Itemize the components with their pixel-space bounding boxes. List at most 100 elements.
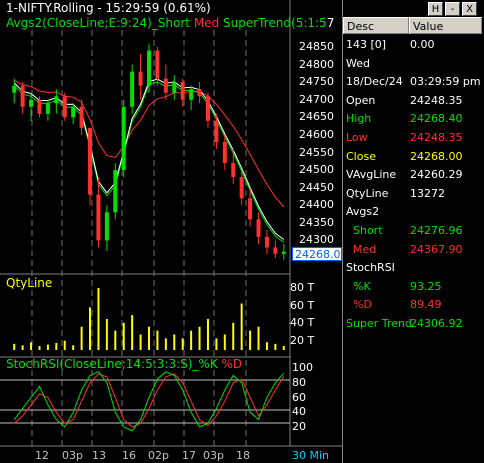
qty-bar [156, 330, 159, 350]
rsi-tick: 40 [292, 405, 306, 419]
qty-bar [232, 322, 235, 350]
candle-body [29, 99, 34, 107]
qty-bar [223, 334, 226, 350]
qty-bar [38, 346, 41, 350]
panel-row[interactable]: High 24268.40 [343, 110, 482, 127]
panel-row[interactable]: Low 24248.35 [343, 129, 482, 146]
help-button[interactable]: H [428, 2, 443, 16]
qty-bar [249, 330, 252, 350]
chart-canvas[interactable] [0, 0, 342, 463]
qty-bar [274, 343, 277, 350]
panel-row[interactable]: 143 [0] 0.00 [343, 36, 482, 53]
qty-bar [122, 322, 125, 350]
price-tick: 24400 [299, 198, 334, 212]
qty-bar [265, 342, 268, 350]
panel-row[interactable]: Super Trend 24306.92 [343, 315, 482, 332]
qty-bar [257, 326, 260, 350]
candle-body [20, 85, 25, 107]
price-tick: 24750 [299, 75, 334, 89]
row-value: 24260.29 [410, 168, 463, 182]
candle-body [180, 82, 185, 100]
panel-row[interactable]: %D 89.49 [343, 296, 482, 313]
row-value: 24248.35 [410, 93, 463, 107]
price-tick: 24800 [299, 57, 334, 71]
qty-bar [282, 346, 285, 350]
candle-body [121, 106, 126, 171]
panel-row[interactable]: Avgs2 [343, 203, 482, 220]
candle-body [71, 106, 76, 118]
candle-body [214, 120, 219, 142]
panel-row[interactable]: 18/Dec/24 03:29:59 pm [343, 73, 482, 90]
rsi-tick: 60 [292, 390, 306, 404]
row-value: 24248.35 [410, 131, 463, 144]
row-value: 0.00 [410, 38, 435, 51]
qty-bar [206, 319, 209, 350]
price-tick: 24450 [299, 180, 334, 194]
qty-bar [80, 326, 83, 350]
row-desc: %D [346, 298, 372, 312]
row-desc: Open [346, 93, 376, 107]
row-value: 24367.90 [410, 242, 463, 256]
panel-header: Desc Value [343, 17, 482, 34]
candle-body [45, 103, 50, 114]
header-desc[interactable]: Desc [343, 17, 409, 34]
time-tick: 16 [122, 449, 136, 462]
panel-row[interactable]: Close 24268.00 [343, 148, 482, 165]
price-tick: 24700 [299, 92, 334, 106]
candle-body [54, 96, 59, 104]
time-tick: 12 [35, 449, 49, 462]
panel-row[interactable]: Open 24248.35 [343, 92, 482, 109]
row-value: 24276.96 [410, 224, 463, 237]
panel-row[interactable]: QtyLine 13272 [343, 185, 482, 202]
row-value: 89.49 [410, 298, 442, 312]
qty-bar [13, 343, 16, 350]
close-button[interactable]: X [462, 2, 477, 16]
qty-bar [215, 338, 218, 350]
panel-row[interactable]: Wed [343, 55, 482, 72]
panel-row[interactable]: StochRSI [343, 259, 482, 276]
qty-bar [97, 288, 100, 350]
candle-body [96, 194, 101, 241]
qty-label: QtyLine [6, 276, 53, 290]
candle-body [281, 251, 286, 254]
panel-row[interactable]: Short 24276.96 [343, 222, 482, 239]
qty-bar [164, 338, 167, 350]
qty-bar [55, 343, 58, 350]
avg-legend-name: Avgs2(CloseLine;E:9:24)_Short [6, 16, 190, 30]
panel-row[interactable]: Med 24367.90 [343, 241, 482, 258]
candle-body [264, 236, 269, 248]
qty-bar [198, 326, 201, 350]
rsi-tick: 100 [292, 361, 313, 374]
qty-bar [173, 334, 176, 350]
row-desc: Med [346, 242, 377, 256]
chart-area[interactable] [0, 0, 342, 463]
candle-body [248, 198, 253, 220]
row-desc: Close [346, 149, 376, 163]
rsi-tick: 20 [292, 420, 306, 434]
header-value[interactable]: Value [409, 17, 482, 34]
price-tick: 24650 [299, 110, 334, 124]
qty-bar [131, 315, 134, 350]
candle-body [147, 50, 151, 86]
time-tick: 03p [203, 449, 224, 462]
price-tick: 24850 [299, 40, 334, 53]
price-tick: 24600 [299, 127, 334, 141]
candle-body [130, 71, 135, 107]
interval-label[interactable]: 30 Min [292, 449, 329, 462]
stoch-d-line [13, 373, 285, 428]
row-value: 93.25 [410, 279, 442, 293]
time-tick: 17 [182, 449, 196, 462]
candle-body [37, 99, 42, 114]
row-value: 03:29:59 pm [410, 75, 481, 89]
row-desc: QtyLine [346, 186, 389, 200]
candle-body [189, 89, 194, 100]
qty-bar [46, 344, 49, 350]
time-tick: 02p [148, 449, 169, 462]
stoch-k-line [13, 371, 285, 432]
candle-body [197, 89, 202, 97]
minimize-button[interactable]: - [445, 2, 460, 16]
panel-row[interactable]: %K 93.25 [343, 278, 482, 295]
qty-bar [148, 326, 150, 350]
panel-row[interactable]: VAvgLine 24260.29 [343, 166, 482, 183]
row-value: 13272 [410, 186, 445, 200]
